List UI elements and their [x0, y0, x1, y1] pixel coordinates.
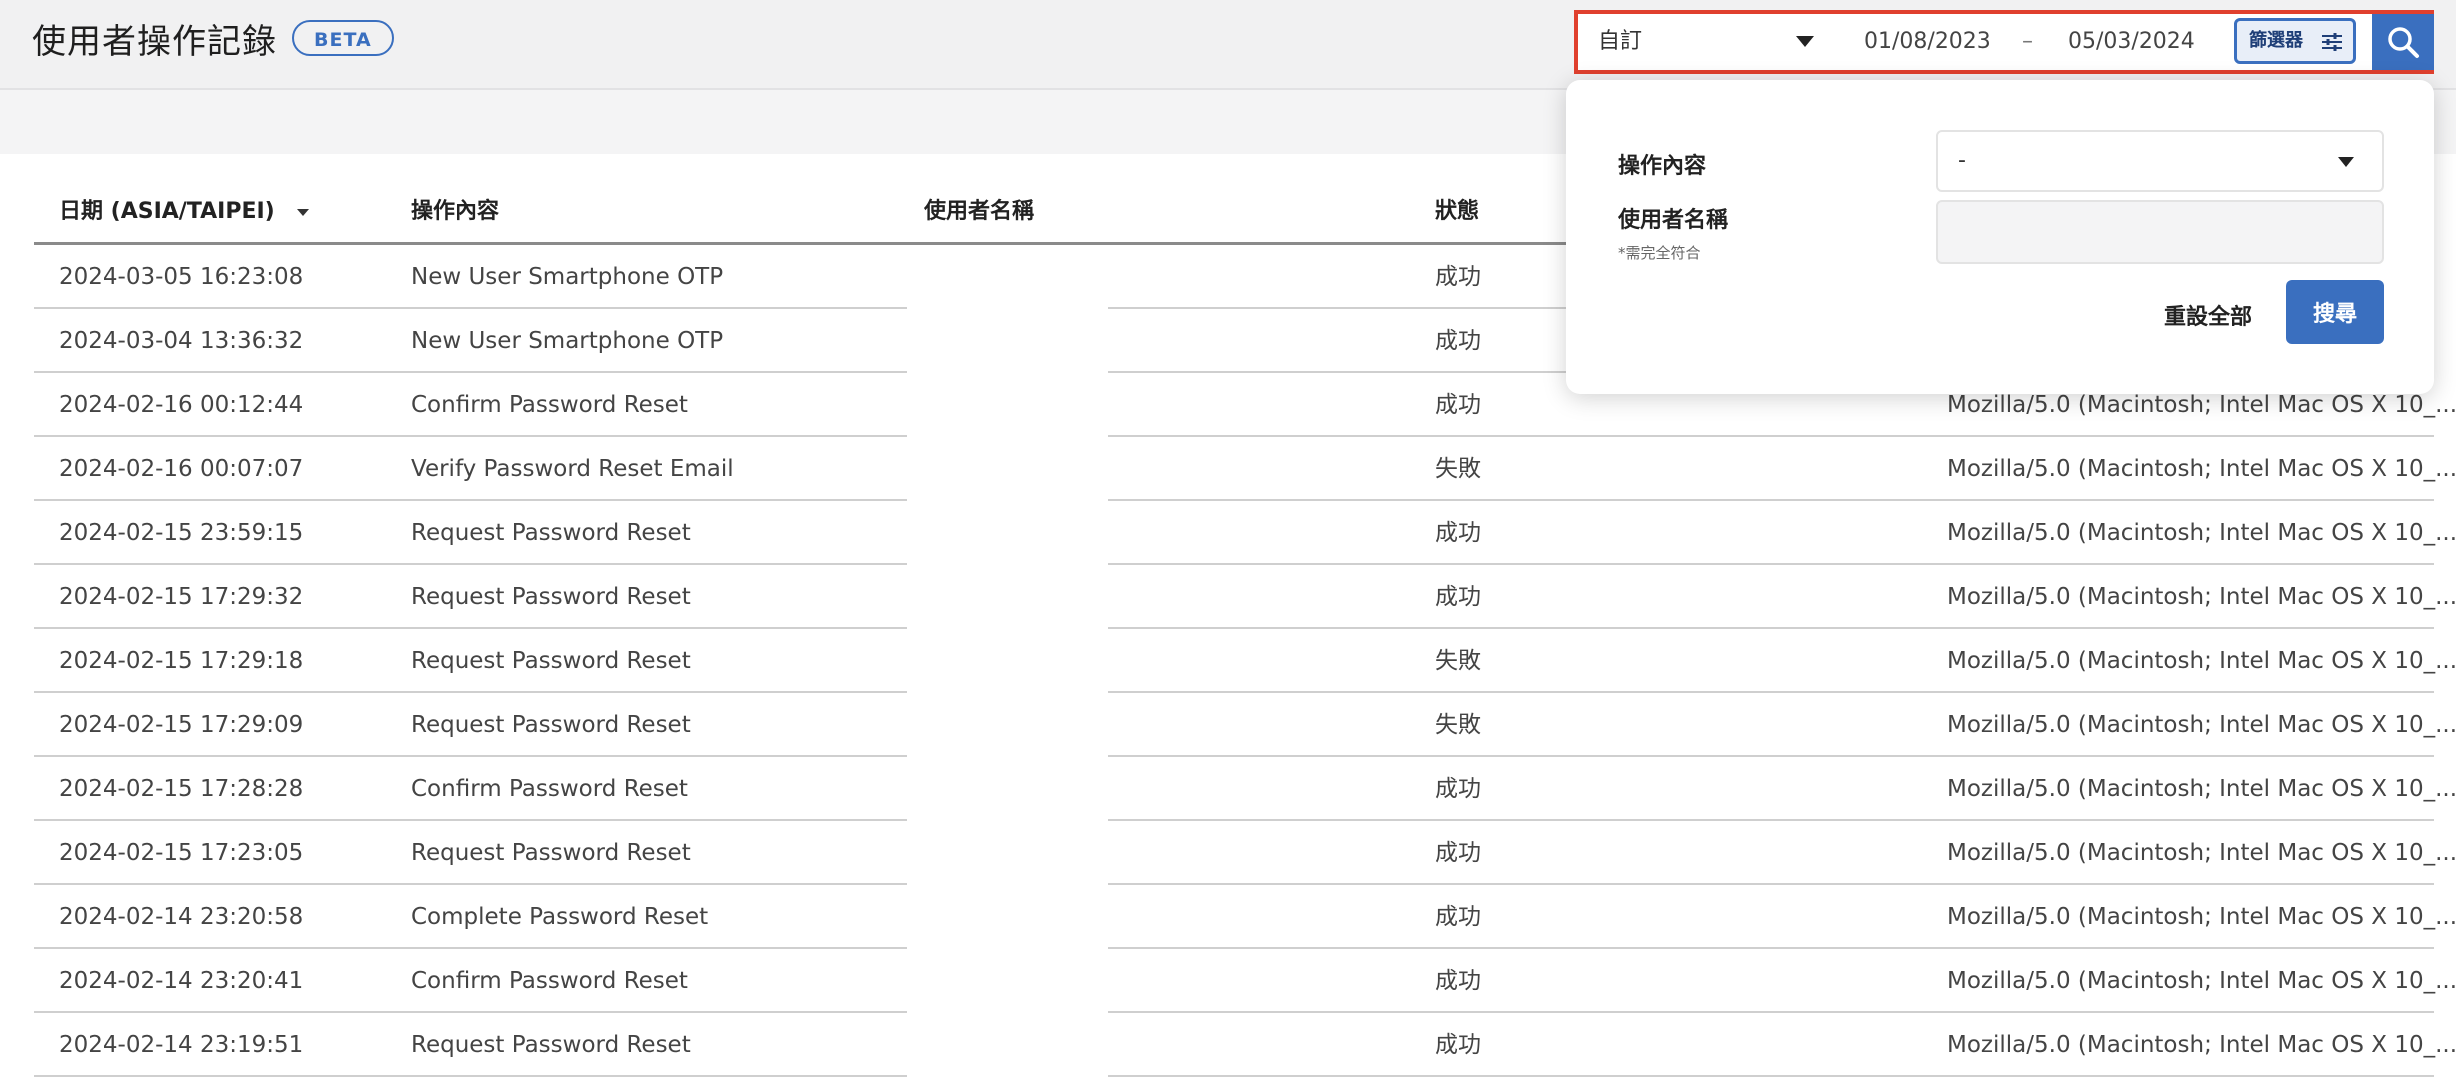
search-icon	[2388, 27, 2419, 58]
cell-action: Request Password Reset	[411, 840, 691, 866]
caret-down-icon	[1796, 36, 1814, 47]
table-row[interactable]: 2024-02-16 00:07:07 Verify Password Reset…	[34, 437, 2456, 501]
cell-action: Request Password Reset	[411, 648, 691, 674]
cell-status: 成功	[1435, 392, 1481, 418]
cell-date: 2024-03-04 13:36:32	[59, 328, 304, 354]
username-filter-input[interactable]	[1936, 200, 2384, 264]
table-row[interactable]: 2024-02-15 23:59:15 Request Password Rese…	[34, 501, 2456, 565]
cell-status: 失敗	[1435, 456, 1481, 482]
cell-date: 2024-02-16 00:07:07	[59, 456, 304, 482]
cell-status: 成功	[1435, 1032, 1481, 1058]
column-header-action: 操作內容	[411, 199, 500, 224]
reset-all-button[interactable]: 重設全部	[2164, 298, 2252, 338]
filter-button-label: 篩選器	[2249, 30, 2303, 51]
table-row[interactable]: 2024-02-14 23:20:58 Complete Password Res…	[34, 885, 2456, 949]
filter-bar: 自訂 01/08/2023 – 05/03/2024 篩選器	[1574, 10, 2434, 74]
cell-action: Confirm Password Reset	[411, 392, 688, 418]
cell-action: Complete Password Reset	[411, 904, 709, 930]
cell-status: 成功	[1435, 584, 1481, 610]
cell-user-agent: Mozilla/5.0 (Macintosh; Intel Mac OS X 1…	[1947, 840, 2456, 866]
action-filter-select[interactable]: -	[1936, 130, 2384, 192]
filter-toggle-button[interactable]: 篩選器	[2234, 18, 2356, 64]
cell-user-agent: Mozilla/5.0 (Macintosh; Intel Mac OS X 1…	[1947, 648, 2456, 674]
sort-icon[interactable]	[296, 208, 309, 216]
page-header: 使用者操作記錄 BETA 自訂 01/08/2023 – 05/03/2024 …	[0, 0, 2456, 90]
cell-user-agent: Mozilla/5.0 (Macintosh; Intel Mac OS X 1…	[1947, 1032, 2456, 1058]
action-filter-label: 操作內容	[1618, 154, 1707, 179]
table-row[interactable]: 2024-02-15 17:29:32 Request Password Rese…	[34, 565, 2456, 629]
cell-status: 失敗	[1435, 648, 1481, 674]
cell-action: Confirm Password Reset	[411, 776, 688, 802]
search-button[interactable]	[2372, 14, 2434, 70]
cell-date: 2024-02-15 17:23:05	[59, 840, 304, 866]
cell-user-agent: Mozilla/5.0 (Macintosh; Intel Mac OS X 1…	[1947, 520, 2456, 546]
cell-user-agent: Mozilla/5.0 (Macintosh; Intel Mac OS X 1…	[1947, 776, 2456, 802]
cell-action: New User Smartphone OTP	[411, 328, 724, 354]
cell-action: Request Password Reset	[411, 712, 691, 738]
cell-status: 成功	[1435, 328, 1481, 354]
username-filter-label: 使用者名稱	[1618, 208, 1729, 233]
column-header-username: 使用者名稱	[924, 199, 1035, 224]
table-row[interactable]: 2024-02-14 23:20:41 Confirm Password Rese…	[34, 949, 2456, 1013]
sliders-icon	[2322, 33, 2342, 51]
cell-date: 2024-02-15 17:29:32	[59, 584, 304, 610]
cell-date: 2024-02-15 17:29:18	[59, 648, 304, 674]
table-row[interactable]: 2024-02-15 17:28:28 Confirm Password Rese…	[34, 757, 2456, 821]
date-range-select[interactable]: 自訂	[1598, 14, 1818, 70]
cell-date: 2024-02-15 23:59:15	[59, 520, 304, 546]
cell-date: 2024-02-14 23:20:58	[59, 904, 304, 930]
cell-user-agent: Mozilla/5.0 (Macintosh; Intel Mac OS X 1…	[1947, 712, 2456, 738]
cell-user-agent: Mozilla/5.0 (Macintosh; Intel Mac OS X 1…	[1947, 968, 2456, 994]
cell-date: 2024-02-14 23:20:41	[59, 968, 304, 994]
action-filter-value: -	[1958, 148, 1966, 173]
cell-date: 2024-03-05 16:23:08	[59, 264, 304, 290]
cell-status: 成功	[1435, 264, 1481, 290]
cell-action: Verify Password Reset Email	[411, 456, 734, 482]
cell-action: Confirm Password Reset	[411, 968, 688, 994]
caret-down-icon	[2338, 157, 2354, 167]
cell-date: 2024-02-15 17:29:09	[59, 712, 304, 738]
cell-status: 成功	[1435, 968, 1481, 994]
cell-date: 2024-02-15 17:28:28	[59, 776, 304, 802]
date-from-input[interactable]: 01/08/2023	[1864, 14, 1991, 70]
table-row[interactable]: 2024-02-15 17:23:05 Request Password Rese…	[34, 821, 2456, 885]
filter-panel: 操作內容 - 使用者名稱 *需完全符合 重設全部 搜尋	[1566, 80, 2434, 394]
cell-action: New User Smartphone OTP	[411, 264, 724, 290]
cell-status: 成功	[1435, 520, 1481, 546]
column-header-status: 狀態	[1435, 199, 1480, 224]
cell-user-agent: Mozilla/5.0 (Macintosh; Intel Mac OS X 1…	[1947, 584, 2456, 610]
cell-status: 成功	[1435, 904, 1481, 930]
cell-user-agent: Mozilla/5.0 (Macintosh; Intel Mac OS X 1…	[1947, 456, 2456, 482]
date-to-input[interactable]: 05/03/2024	[2068, 14, 2195, 70]
column-header-date[interactable]: 日期 (ASIA/TAIPEI)	[59, 186, 309, 238]
username-filter-note: *需完全符合	[1618, 244, 1701, 262]
cell-action: Request Password Reset	[411, 584, 691, 610]
cell-status: 成功	[1435, 840, 1481, 866]
cell-status: 失敗	[1435, 712, 1481, 738]
date-separator: –	[2022, 29, 2033, 54]
cell-date: 2024-02-16 00:12:44	[59, 392, 304, 418]
search-submit-button[interactable]: 搜尋	[2286, 280, 2384, 344]
cell-status: 成功	[1435, 776, 1481, 802]
page-title: 使用者操作記錄	[32, 22, 277, 62]
cell-date: 2024-02-14 23:19:51	[59, 1032, 304, 1058]
table-row[interactable]: 2024-02-14 23:19:51 Request Password Rese…	[34, 1013, 2456, 1077]
table-row[interactable]: 2024-02-15 17:29:09 Request Password Rese…	[34, 693, 2456, 757]
cell-user-agent: Mozilla/5.0 (Macintosh; Intel Mac OS X 1…	[1947, 904, 2456, 930]
date-range-value: 自訂	[1598, 29, 1643, 54]
table-row[interactable]: 2024-02-15 17:29:18 Request Password Rese…	[34, 629, 2456, 693]
cell-action: Request Password Reset	[411, 520, 691, 546]
cell-action: Request Password Reset	[411, 1032, 691, 1058]
beta-badge: BETA	[292, 20, 394, 56]
